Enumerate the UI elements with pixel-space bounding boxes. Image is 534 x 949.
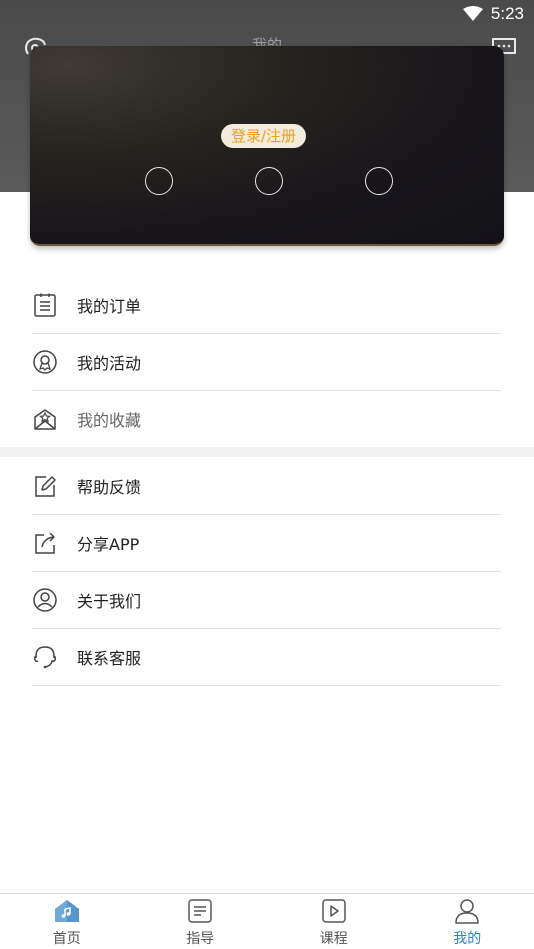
- menu-item-label: 联系客服: [77, 649, 142, 668]
- tab-label: 指导: [186, 931, 215, 947]
- tab-label: 课程: [319, 931, 348, 947]
- menu-item-orders[interactable]: 我的订单: [32, 277, 501, 334]
- user-circle-icon: [33, 588, 57, 612]
- tab-course[interactable]: 课程: [267, 894, 401, 949]
- menu-item-about-us[interactable]: 关于我们: [32, 572, 501, 629]
- order-list-icon: [34, 293, 56, 317]
- favorites-box-icon: [34, 409, 56, 430]
- menu-list: 我的订单 我的活动 我的收藏 帮助反馈 分享APP 关于我们 联系客服: [32, 277, 501, 686]
- menu-item-activities[interactable]: 我的活动: [32, 334, 501, 391]
- menu-item-help-feedback[interactable]: 帮助反馈: [32, 458, 501, 515]
- profile-icon: [455, 899, 479, 924]
- status-bar: 5:23: [0, 0, 534, 28]
- menu-item-label: 我的活动: [77, 354, 142, 373]
- edit-feedback-icon: [35, 476, 56, 497]
- menu-item-customer-service[interactable]: 联系客服: [32, 629, 501, 686]
- tab-guide[interactable]: 指导: [134, 894, 268, 949]
- status-time: 5:23: [490, 4, 524, 23]
- menu-item-label: 我的订单: [77, 297, 142, 316]
- profile-card: 登录/注册: [30, 46, 504, 246]
- wifi-icon: [462, 6, 483, 21]
- menu-item-share-app[interactable]: 分享APP: [32, 515, 501, 572]
- menu-item-label: 帮助反馈: [77, 478, 142, 497]
- activity-badge-icon: [33, 350, 57, 374]
- guide-doc-icon: [188, 899, 212, 923]
- stat-circle-1[interactable]: [145, 167, 173, 195]
- share-icon: [35, 532, 55, 554]
- bottom-tab-bar: 首页 指导 课程 我的: [0, 893, 534, 949]
- tab-home[interactable]: 首页: [0, 894, 134, 949]
- headset-icon: [33, 646, 57, 669]
- stat-circle-3[interactable]: [365, 167, 393, 195]
- section-divider: [0, 447, 534, 457]
- course-play-icon: [322, 899, 346, 923]
- menu-item-favorites[interactable]: 我的收藏: [32, 391, 501, 448]
- home-icon: [54, 900, 79, 922]
- tab-profile[interactable]: 我的: [401, 894, 534, 949]
- menu-item-label: 关于我们: [77, 592, 142, 611]
- stat-circle-2[interactable]: [255, 167, 283, 195]
- login-register-button[interactable]: 登录/注册: [221, 124, 307, 148]
- menu-item-label: 分享APP: [77, 535, 140, 554]
- tab-label: 我的: [453, 931, 482, 947]
- menu-item-label: 我的收藏: [77, 411, 142, 430]
- tab-label: 首页: [52, 931, 81, 947]
